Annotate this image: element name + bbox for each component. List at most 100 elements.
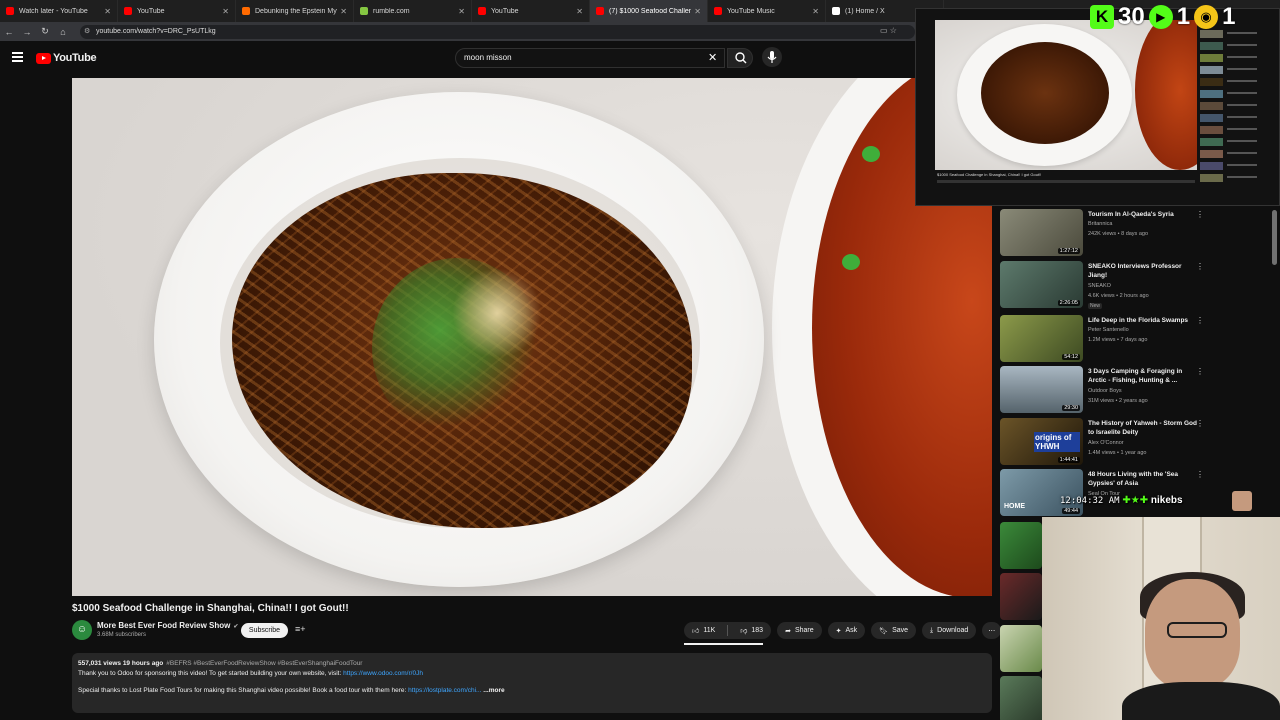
page-scrollbar[interactable] <box>1272 210 1277 265</box>
recommendation-channel[interactable]: Britannica <box>1088 221 1112 227</box>
youtube-music-favicon-icon <box>714 7 722 15</box>
dislike-button[interactable]: 👎︎ 183 <box>732 626 771 635</box>
forward-icon[interactable]: → <box>18 27 36 37</box>
more-options-icon[interactable]: ⋮ <box>1196 210 1204 219</box>
recommendation-title[interactable]: 48 Hours Living with the 'Sea Gypsies' o… <box>1088 470 1198 488</box>
browser-tab[interactable]: YouTube ✕ <box>472 0 590 22</box>
like-count: 11K <box>703 627 716 634</box>
more-options-icon[interactable]: ⋮ <box>1196 419 1204 428</box>
rumble-logo-icon: ▶ <box>1148 5 1173 29</box>
download-button[interactable]: ⤓ Download <box>922 622 977 639</box>
sponsor-link[interactable]: https://www.odoo.com/r/0Jh <box>343 670 423 677</box>
youtube-logo[interactable]: YouTube <box>36 52 97 64</box>
playlist-add-icon[interactable]: ≡+ <box>295 624 306 634</box>
recommendation-item[interactable]: 54:12 Life Deep in the Florida Swamps Pe… <box>1000 315 1210 363</box>
recommendation-thumbnail[interactable]: 29:30 <box>1000 366 1083 413</box>
tour-link[interactable]: https://lostplate.com/chi... <box>408 687 481 694</box>
more-options-icon[interactable]: ⋮ <box>1196 262 1204 271</box>
recommendation-channel[interactable]: SNEAKO <box>1088 283 1111 289</box>
search-input[interactable]: moon misson <box>455 48 725 68</box>
tab-close-icon[interactable]: ✕ <box>812 7 819 16</box>
channel-avatar[interactable]: ☺ <box>72 620 92 640</box>
recommendation-title[interactable]: 3 Days Camping & Foraging in Arctic - Fi… <box>1088 367 1198 385</box>
preview-noodles <box>981 42 1109 144</box>
like-button[interactable]: 👍︎ 11K <box>684 626 723 635</box>
clear-search-icon[interactable]: ✕ <box>708 51 717 64</box>
preview-thumb-text <box>1227 116 1257 118</box>
preview-thumb <box>1200 30 1223 38</box>
share-button[interactable]: ➦ Share <box>777 622 822 639</box>
back-icon[interactable]: ← <box>0 27 18 37</box>
video-player[interactable] <box>72 78 992 596</box>
pea-image <box>842 254 860 270</box>
recommendation-meta: 1.2M views • 7 days ago <box>1088 337 1148 343</box>
search-button[interactable] <box>727 48 753 68</box>
preview-thumb <box>1200 90 1223 98</box>
recommendation-title[interactable]: Tourism In Al-Qaeda's Syria <box>1088 210 1198 219</box>
recommendation-title[interactable]: SNEAKO Interviews Professor Jiang! <box>1088 262 1198 280</box>
recommendation-thumbnail[interactable]: 2:26:05 <box>1000 261 1083 308</box>
more-options-icon[interactable]: ⋮ <box>1196 367 1204 376</box>
browser-tab[interactable]: rumble.com ✕ <box>354 0 472 22</box>
cast-icon[interactable]: ▭ ☆ <box>880 26 897 35</box>
subscribe-button[interactable]: Subscribe <box>241 623 288 638</box>
hashtags[interactable]: #BEFRS #BestEverFoodReviewShow #BestEver… <box>166 660 362 667</box>
kick-logo-icon: K <box>1090 5 1114 29</box>
channel-name-row[interactable]: More Best Ever Food Review Show ✔ <box>97 621 238 630</box>
description-box[interactable]: 557,031 views 19 hours ago #BEFRS #BestEv… <box>72 653 992 713</box>
recommendation-thumbnail[interactable]: 1:27:12 <box>1000 209 1083 256</box>
kick-viewer-count: 30 <box>1118 3 1145 30</box>
channel-name[interactable]: More Best Ever Food Review Show <box>97 621 230 630</box>
recommendation-item[interactable]: origins of YHWH 1:44:41 The History of Y… <box>1000 418 1210 466</box>
tab-close-icon[interactable]: ✕ <box>340 7 347 16</box>
chat-avatar <box>1232 491 1252 511</box>
more-actions-button[interactable]: ⋯ <box>982 622 1002 639</box>
url-text: youtube.com/watch?v=DRC_PsUTLkg <box>96 28 216 35</box>
video-duration: 2:26:05 <box>1057 300 1080 306</box>
menu-icon[interactable] <box>12 52 23 62</box>
save-button[interactable]: 🔖︎ Save <box>871 622 917 639</box>
tab-label: YouTube <box>137 7 165 15</box>
recommendation-thumbnail[interactable] <box>1000 573 1042 620</box>
recommendation-thumbnail[interactable] <box>1000 676 1042 720</box>
tab-close-icon[interactable]: ✕ <box>222 7 229 16</box>
preview-thumb-text <box>1227 152 1257 154</box>
browser-tab[interactable]: YouTube ✕ <box>118 0 236 22</box>
recommendation-title[interactable]: Life Deep in the Florida Swamps <box>1088 316 1198 325</box>
tab-close-icon[interactable]: ✕ <box>104 7 111 16</box>
site-info-icon[interactable]: ⚙ <box>84 25 90 39</box>
tab-close-icon[interactable]: ✕ <box>576 7 583 16</box>
recommendation-channel[interactable]: Alex O'Connor <box>1088 440 1124 446</box>
tab-close-icon[interactable]: ✕ <box>694 7 701 16</box>
home-icon[interactable]: ⌂ <box>54 27 72 37</box>
recommendation-thumbnail[interactable]: HOME 49:44 <box>1000 469 1083 516</box>
recommendation-item[interactable]: 2:26:05 SNEAKO Interviews Professor Jian… <box>1000 261 1210 309</box>
browser-tab[interactable]: YouTube Music ✕ <box>708 0 826 22</box>
recommendation-thumbnail[interactable] <box>1000 522 1042 569</box>
browser-tab-active[interactable]: (7) $1000 Seafood Challenge✕ <box>590 0 708 22</box>
preview-thumb <box>1200 78 1223 86</box>
recommendation-title[interactable]: The History of Yahweh - Storm God to Isr… <box>1088 419 1198 437</box>
tab-close-icon[interactable]: ✕ <box>458 7 465 16</box>
recommendation-item[interactable]: 1:27:12 Tourism In Al-Qaeda's Syria Brit… <box>1000 209 1210 257</box>
more-options-icon[interactable]: ⋮ <box>1196 470 1204 479</box>
recommendation-meta: 4.6K views • 2 hours ago <box>1088 293 1149 299</box>
voice-search-button[interactable] <box>762 47 782 67</box>
recommendation-thumbnail[interactable]: origins of YHWH 1:44:41 <box>1000 418 1083 465</box>
browser-tab[interactable]: Watch later - YouTube ✕ <box>0 0 118 22</box>
tab-label: Debunking the Epstein Myth <box>255 7 338 15</box>
recommendation-channel[interactable]: Peter Santenello <box>1088 327 1129 333</box>
recommendation-thumbnail[interactable] <box>1000 625 1042 672</box>
ask-button[interactable]: ✦ Ask <box>827 622 866 639</box>
preview-thumb <box>1200 126 1223 134</box>
browser-tab[interactable]: Debunking the Epstein Myth ✕ <box>236 0 354 22</box>
thumbnail-text: HOME <box>1004 503 1025 510</box>
recommendation-channel[interactable]: Outdoor Boys <box>1088 388 1122 394</box>
recommendation-item[interactable]: HOME 49:44 48 Hours Living with the 'Sea… <box>1000 469 1210 517</box>
show-more-button[interactable]: ...more <box>483 687 504 694</box>
url-field[interactable]: ⚙ youtube.com/watch?v=DRC_PsUTLkg <box>80 25 915 39</box>
more-options-icon[interactable]: ⋮ <box>1196 316 1204 325</box>
recommendation-thumbnail[interactable]: 54:12 <box>1000 315 1083 362</box>
reload-icon[interactable]: ↻ <box>36 26 54 37</box>
recommendation-item[interactable]: 29:30 3 Days Camping & Foraging in Arcti… <box>1000 366 1210 414</box>
